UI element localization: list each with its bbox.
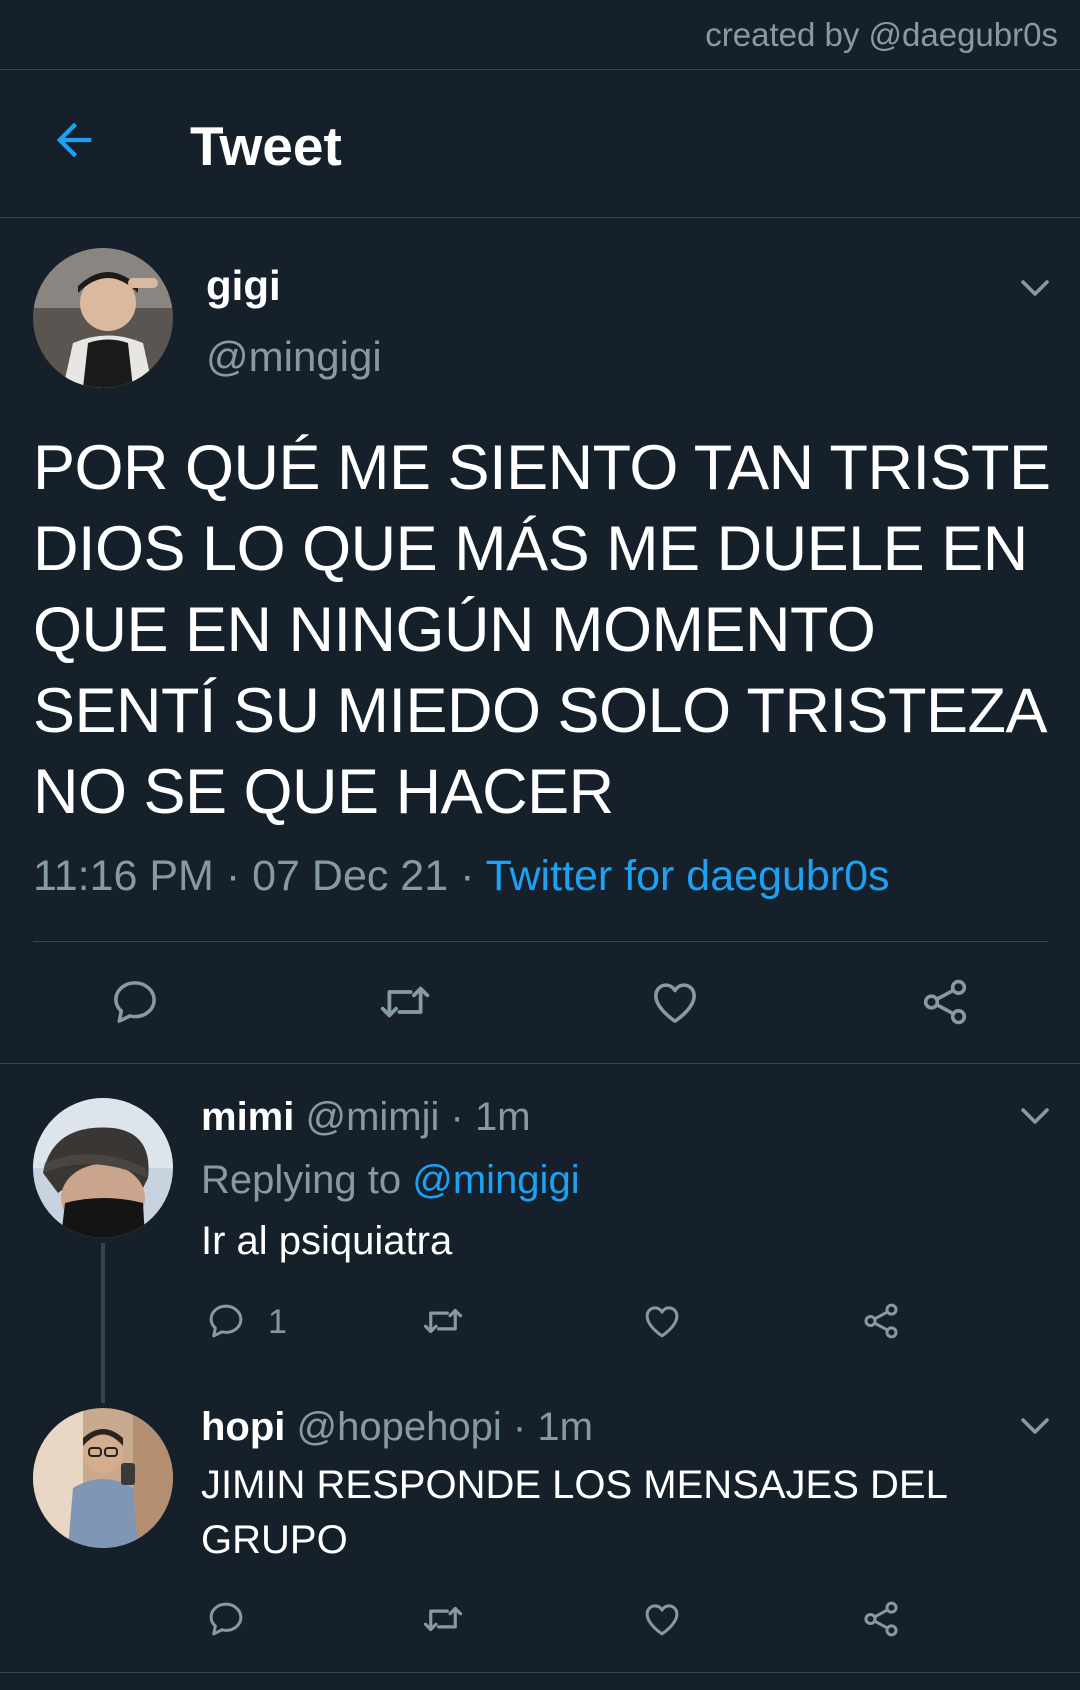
chevron-down-icon: [1021, 1418, 1049, 1434]
reply-text: Ir al psiquiatra: [201, 1219, 453, 1263]
share-icon: [864, 1601, 898, 1637]
author-avatar[interactable]: [33, 248, 173, 388]
reply-header: mimi @mimji · 1m: [201, 1095, 531, 1140]
reply-icon: [209, 1304, 243, 1338]
heart-icon: [645, 1604, 679, 1636]
retweet-icon: [423, 1308, 463, 1334]
share-button[interactable]: [918, 975, 972, 1029]
heart-icon: [645, 1306, 679, 1338]
share-button[interactable]: [860, 1598, 902, 1640]
retweet-icon: [380, 986, 430, 1018]
tweet-text: POR QUÉ ME SIENTO TAN TRISTE DIOS LO QUE…: [33, 433, 1051, 827]
reply-button[interactable]: [108, 975, 162, 1029]
page-title: Tweet: [190, 115, 342, 177]
tweet-time: 11:16 PM: [33, 852, 214, 900]
author-name[interactable]: gigi: [206, 262, 281, 310]
tweet-metadata: 11:16 PM · 07 Dec 21 · Twitter for daegu…: [33, 852, 890, 901]
reply-author-name[interactable]: hopi: [201, 1405, 285, 1449]
reply-text: JIMIN RESPONDE LOS MENSAJES DEL GRUPO: [201, 1463, 947, 1562]
like-button[interactable]: [641, 1598, 683, 1640]
tweet-date: 07 Dec 21: [252, 852, 449, 900]
tweet-menu-button[interactable]: [1017, 270, 1053, 306]
reply-avatar[interactable]: [33, 1098, 173, 1238]
reply-menu-button[interactable]: [1017, 1098, 1053, 1134]
retweet-button[interactable]: [420, 1300, 466, 1342]
arrow-left-icon: [56, 122, 92, 158]
author-handle[interactable]: @mingigi: [206, 333, 382, 381]
back-button[interactable]: [48, 114, 100, 166]
heart-icon: [654, 983, 696, 1023]
reply-menu-button[interactable]: [1017, 1408, 1053, 1444]
share-button[interactable]: [860, 1300, 902, 1342]
reply-icon: [114, 981, 156, 1023]
like-button[interactable]: [641, 1300, 683, 1342]
share-icon: [923, 979, 967, 1025]
section-divider: [0, 1063, 1080, 1064]
reply-avatar[interactable]: [33, 1408, 173, 1548]
meta-separator: ·: [460, 852, 475, 900]
divider: [33, 941, 1048, 942]
replying-to-label: Replying to: [201, 1158, 402, 1202]
retweet-button[interactable]: [420, 1598, 466, 1640]
reply-icon: [209, 1602, 243, 1636]
retweet-icon: [423, 1606, 463, 1632]
share-icon: [864, 1303, 898, 1339]
reply-author-handle[interactable]: @hopehopi: [297, 1405, 502, 1449]
thread-line: [101, 1243, 105, 1403]
reply-button[interactable]: [205, 1300, 247, 1342]
reply-button[interactable]: [205, 1598, 247, 1640]
chevron-down-icon: [1021, 280, 1049, 296]
reply-count: 1: [268, 1303, 287, 1341]
bottom-divider: [0, 1672, 1080, 1673]
top-banner: created by @daegubr0s: [0, 0, 1080, 70]
reply-time: · 1m: [450, 1095, 531, 1139]
reply-header: hopi @hopehopi · 1m: [201, 1405, 593, 1450]
replying-to: Replying to @mingigi: [201, 1158, 580, 1203]
tweet-source-link[interactable]: Twitter for daegubr0s: [486, 852, 890, 900]
header-bar: Tweet: [0, 70, 1080, 218]
replying-to-handle[interactable]: @mingigi: [412, 1158, 579, 1202]
reply-author-handle[interactable]: @mimji: [305, 1095, 439, 1139]
reply-time: · 1m: [512, 1405, 593, 1449]
credit-text: created by @daegubr0s: [705, 16, 1058, 53]
like-button[interactable]: [648, 975, 702, 1029]
reply-author-name[interactable]: mimi: [201, 1095, 294, 1139]
meta-separator: ·: [225, 852, 241, 900]
retweet-button[interactable]: [376, 975, 434, 1029]
chevron-down-icon: [1021, 1108, 1049, 1124]
